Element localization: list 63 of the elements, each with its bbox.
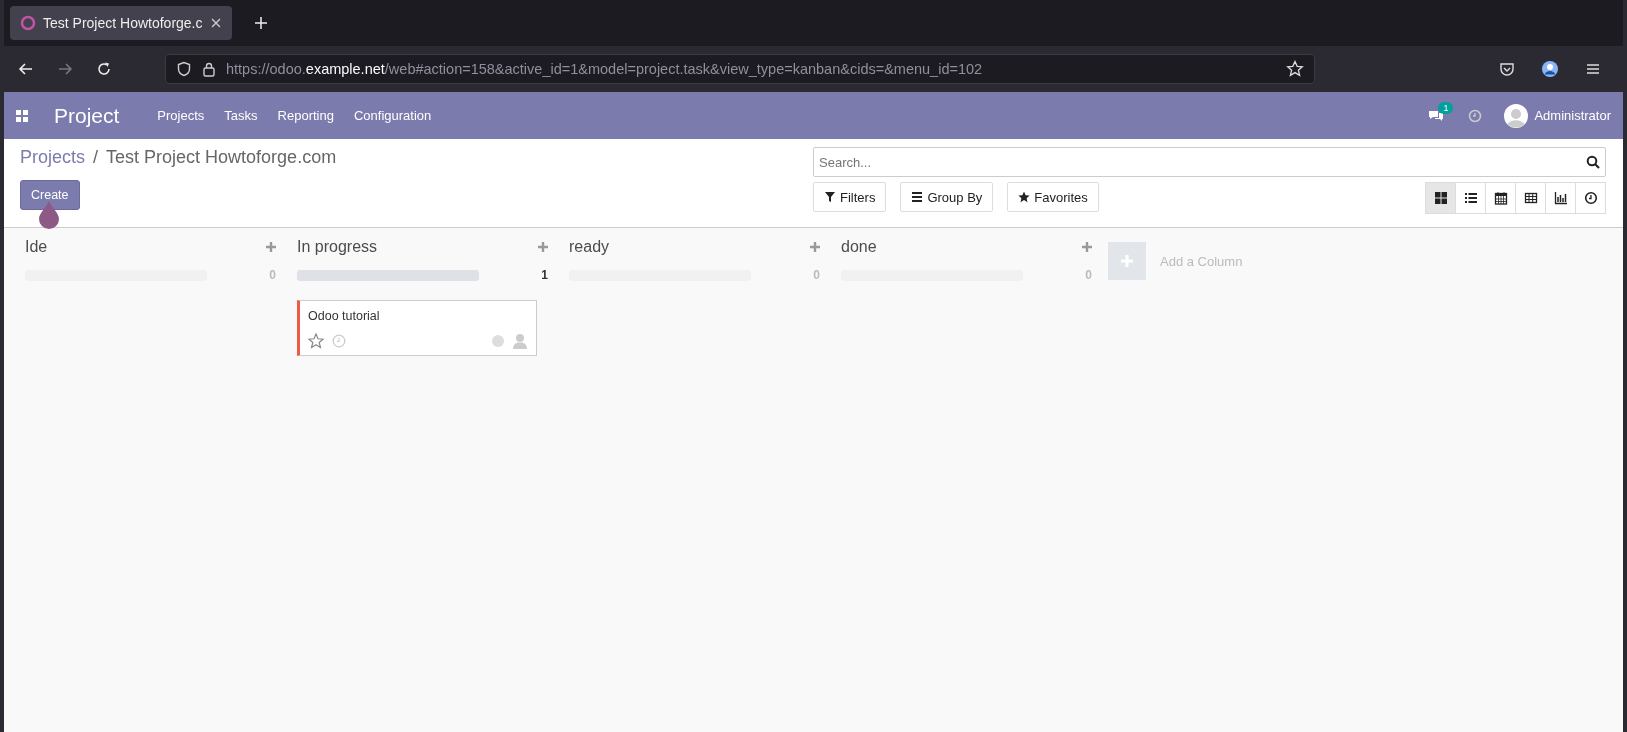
- bars-icon: [911, 191, 924, 203]
- list-view-icon: [1463, 191, 1478, 205]
- person-icon: [512, 333, 528, 349]
- menu-item[interactable]: Reporting: [277, 108, 334, 123]
- account-icon[interactable]: [1541, 60, 1559, 78]
- view-switch-button[interactable]: [1455, 182, 1486, 214]
- task-card[interactable]: Odoo tutorial: [297, 300, 537, 356]
- chat-bubbles-icon[interactable]: [1428, 108, 1445, 123]
- status-dot-icon[interactable]: [492, 335, 504, 347]
- menu-item[interactable]: Projects: [157, 108, 205, 123]
- view-switch-button[interactable]: [1515, 182, 1546, 214]
- apps-grid-icon[interactable]: [16, 109, 28, 122]
- close-icon[interactable]: [209, 17, 222, 29]
- column-title: In progress: [297, 238, 378, 256]
- url-text: https://odoo.example.net/web#action=158&active_id=1&model=project.task&view_type=kanban&cids=&menu_id=102: [226, 61, 984, 77]
- filter-dropdown-button[interactable]: Favorites: [1007, 182, 1099, 212]
- menu-icon[interactable]: [1585, 61, 1601, 77]
- forward-arrow-icon: [57, 61, 73, 77]
- address-bar[interactable]: https://odoo.example.net/web#action=158&active_id=1&model=project.task&view_type=kanban&cids=&menu_id=102: [165, 54, 1315, 84]
- bar-chart-icon: [1553, 191, 1568, 205]
- avatar-icon: [1504, 103, 1529, 128]
- tab-title: Test Project Howtoforge.c: [43, 15, 203, 31]
- back-arrow-icon[interactable]: [18, 61, 34, 77]
- breadcrumb-separator: /: [93, 147, 99, 168]
- browser-tab[interactable]: Test Project Howtoforge.c: [10, 6, 232, 40]
- kanban-view-icon: [1433, 191, 1448, 205]
- view-switch-button[interactable]: [1545, 182, 1576, 214]
- menu-item[interactable]: Tasks: [224, 108, 258, 123]
- user-name[interactable]: Administrator: [1534, 108, 1611, 123]
- table-icon: [1523, 191, 1538, 205]
- view-switch-button[interactable]: [1575, 182, 1606, 214]
- plus-icon: [1121, 255, 1133, 267]
- column-title: done: [841, 238, 877, 256]
- search-field[interactable]: Search...: [813, 147, 1606, 177]
- task-count: 0: [1085, 268, 1092, 282]
- pocket-icon[interactable]: [1499, 61, 1515, 77]
- search-icon[interactable]: [1586, 155, 1600, 169]
- droplet-marker-icon: [38, 200, 60, 230]
- app-title: Project: [54, 103, 120, 128]
- menu-item[interactable]: Configuration: [353, 108, 432, 123]
- task-count: 0: [269, 268, 276, 282]
- create-button[interactable]: Create: [20, 180, 80, 210]
- filter-dropdown-button[interactable]: Filters: [813, 182, 887, 212]
- column-title: Ide: [25, 238, 48, 256]
- star-icon: [1018, 191, 1031, 203]
- task-title: Odoo tutorial: [308, 309, 381, 323]
- message-count-badge: 1: [1438, 101, 1454, 114]
- column-title: ready: [569, 238, 610, 256]
- lock-icon: [202, 61, 216, 77]
- reload-icon[interactable]: [96, 61, 112, 77]
- funnel-icon: [824, 191, 836, 203]
- star-icon[interactable]: [308, 333, 324, 349]
- ring-icon: [20, 15, 36, 31]
- view-switch-button[interactable]: [1485, 182, 1516, 214]
- calendar-icon: [1493, 191, 1508, 205]
- filter-dropdown-button[interactable]: Group By: [900, 182, 994, 212]
- breadcrumb-link[interactable]: Projects: [20, 147, 86, 168]
- clock-icon: [1583, 191, 1598, 205]
- task-count: 0: [813, 268, 820, 282]
- task-count: 1: [541, 268, 548, 282]
- shield-icon: [176, 61, 192, 77]
- view-switch-button[interactable]: [1425, 182, 1456, 214]
- breadcrumb-current: Test Project Howtoforge.com: [106, 147, 337, 168]
